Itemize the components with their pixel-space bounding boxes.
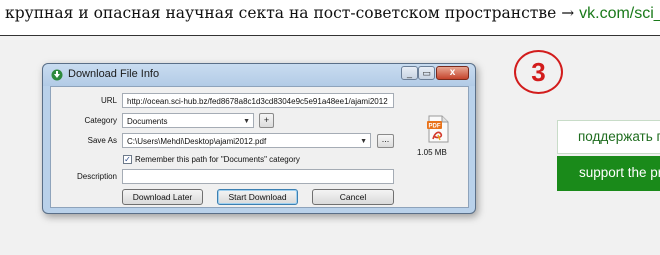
step-marker: 3 — [514, 50, 563, 94]
dialog-titlebar[interactable]: Download File Info _ ▭ x — [43, 64, 475, 86]
category-select[interactable]: Documents ▼ — [122, 113, 254, 128]
download-later-button[interactable]: Download Later — [122, 189, 203, 205]
svg-text:PDF: PDF — [429, 124, 441, 130]
headline: крупная и опасная научная секта на пост-… — [5, 4, 660, 23]
remember-checkbox[interactable]: ✓ — [123, 155, 132, 164]
chevron-down-icon: ▼ — [360, 138, 367, 145]
category-value: Documents — [127, 117, 168, 126]
vk-link[interactable]: vk.com/sci_hub — [579, 5, 660, 22]
support-button-ru[interactable]: поддержать п — [557, 120, 660, 154]
support-button-en[interactable]: support the pr — [557, 156, 660, 191]
saveas-label: Save As — [87, 136, 117, 145]
minimize-button[interactable]: _ — [401, 66, 418, 80]
top-banner: крупная и опасная научная секта на пост-… — [0, 0, 660, 36]
category-label: Category — [84, 116, 117, 125]
headline-text: крупная и опасная научная секта на пост-… — [5, 4, 575, 22]
url-field[interactable]: http://ocean.sci-hub.bz/fed8678a8c1d3cd8… — [122, 93, 394, 108]
remember-label: Remember this path for "Documents" categ… — [135, 155, 300, 164]
download-dialog: Download File Info _ ▭ x URL http://ocea… — [42, 63, 476, 214]
dialog-title: Download File Info — [68, 68, 160, 80]
start-download-button[interactable]: Start Download — [217, 189, 298, 205]
url-label: URL — [100, 96, 117, 105]
description-field[interactable] — [122, 169, 394, 184]
browse-button[interactable]: ... — [377, 134, 394, 148]
chevron-down-icon: ▼ — [243, 118, 250, 125]
file-size: 1.05 MB — [417, 148, 447, 157]
app-icon — [51, 69, 63, 81]
description-label: Description — [76, 172, 117, 181]
pdf-file-icon: PDF — [427, 115, 449, 143]
cancel-button[interactable]: Cancel — [312, 189, 394, 205]
add-category-button[interactable]: + — [259, 113, 274, 128]
saveas-combo[interactable]: C:\Users\Mehdi\Desktop\ajami2012.pdf ▼ — [122, 133, 371, 148]
maximize-button[interactable]: ▭ — [418, 66, 435, 80]
saveas-value: C:\Users\Mehdi\Desktop\ajami2012.pdf — [127, 137, 267, 146]
close-button[interactable]: x — [436, 66, 469, 80]
dialog-body: URL http://ocean.sci-hub.bz/fed8678a8c1d… — [50, 86, 469, 208]
